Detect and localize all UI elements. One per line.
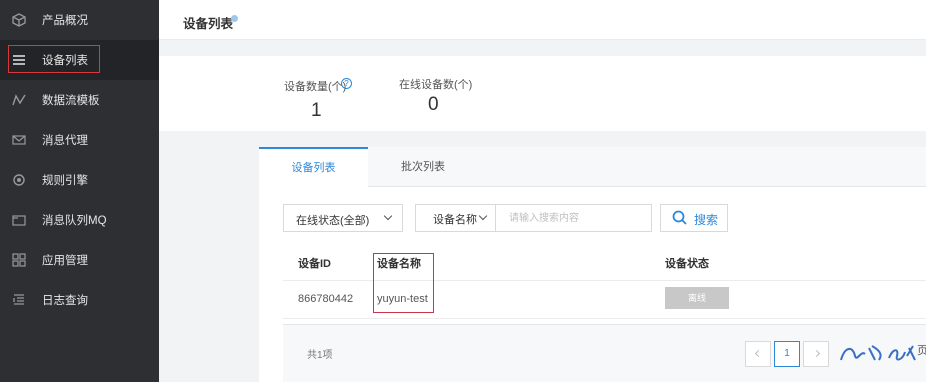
dataflow-icon (12, 93, 26, 107)
status-filter-select[interactable]: 在线状态(全部) (283, 204, 403, 232)
sidebar-item-dataflow-template[interactable]: 数据流模板 (0, 80, 159, 120)
sidebar-item-label: 应用管理 (42, 255, 88, 267)
page-title: 设备列表 (183, 17, 234, 31)
message-icon (12, 133, 26, 147)
sidebar-item-label: 消息代理 (42, 135, 88, 147)
sidebar-item-label: 数据流模板 (42, 95, 100, 107)
sidebar: 产品概况 设备列表 数据流模板 消息代理 规则引擎 消息队列MQ 应用管理 日志… (0, 0, 159, 382)
search-field-select[interactable]: 设备名称 (416, 205, 496, 231)
highlight-box (8, 45, 100, 73)
chevron-left-icon (754, 349, 762, 358)
queue-icon (12, 213, 26, 227)
sidebar-item-message-broker[interactable]: 消息代理 (0, 120, 159, 160)
log-icon (12, 293, 26, 307)
sidebar-item-label: 产品概况 (42, 15, 88, 27)
tab-device-list[interactable]: 设备列表 (259, 147, 368, 188)
online-count-label: 在线设备数(个) (399, 79, 473, 91)
pagination-bar: 共1项 1 (283, 324, 926, 382)
help-icon[interactable]: ? (341, 78, 352, 89)
watermark-logo-icon (840, 345, 916, 361)
sidebar-item-label: 日志查询 (42, 295, 88, 307)
stats-panel: 设备数量(个) ? 1 在线设备数(个) 0 (159, 56, 926, 131)
search-button[interactable]: 搜索 (660, 204, 728, 232)
watermark-text: 页 (917, 345, 926, 357)
status-badge: 离线 (665, 287, 729, 309)
gear-icon (12, 173, 26, 187)
title-dot-icon (231, 15, 238, 22)
chevron-down-icon (383, 211, 393, 221)
chevron-right-icon (812, 349, 820, 358)
total-count: 共1项 (307, 350, 333, 361)
search-group: 设备名称 (415, 204, 652, 232)
column-header-device-status: 设备状态 (665, 258, 709, 270)
page-header: 设备列表 (159, 0, 926, 40)
next-page-button[interactable] (803, 341, 829, 367)
sidebar-item-product-overview[interactable]: 产品概况 (0, 0, 159, 40)
sidebar-item-message-queue[interactable]: 消息队列MQ (0, 200, 159, 240)
search-field-value: 设备名称 (433, 214, 477, 226)
tab-batch-list[interactable]: 批次列表 (368, 147, 478, 187)
sidebar-item-app-management[interactable]: 应用管理 (0, 240, 159, 280)
device-list-panel: 在线状态(全部) 设备名称 搜索 设备ID 设备名称 设备状态 86678044… (259, 187, 926, 382)
search-icon (672, 210, 688, 229)
column-header-device-id: 设备ID (298, 258, 331, 270)
page-button-1[interactable]: 1 (774, 341, 800, 367)
device-count-value: 1 (311, 100, 322, 121)
online-count-value: 0 (428, 94, 439, 115)
device-id-cell: 866780442 (298, 293, 354, 305)
prev-page-button[interactable] (745, 341, 771, 367)
sidebar-item-label: 规则引擎 (42, 175, 88, 187)
highlight-box (373, 253, 434, 313)
grid-icon (12, 253, 26, 267)
chevron-down-icon (478, 211, 488, 221)
tabs-bar: 设备列表 批次列表 (259, 147, 926, 188)
sidebar-item-log-query[interactable]: 日志查询 (0, 280, 159, 320)
cube-icon (12, 13, 26, 27)
sidebar-item-rule-engine[interactable]: 规则引擎 (0, 160, 159, 200)
search-input[interactable] (497, 205, 651, 231)
status-filter-value: 在线状态(全部) (296, 215, 370, 227)
sidebar-item-label: 消息队列MQ (42, 215, 107, 227)
search-button-label: 搜索 (694, 213, 719, 227)
device-count-label: 设备数量(个) (284, 81, 347, 93)
